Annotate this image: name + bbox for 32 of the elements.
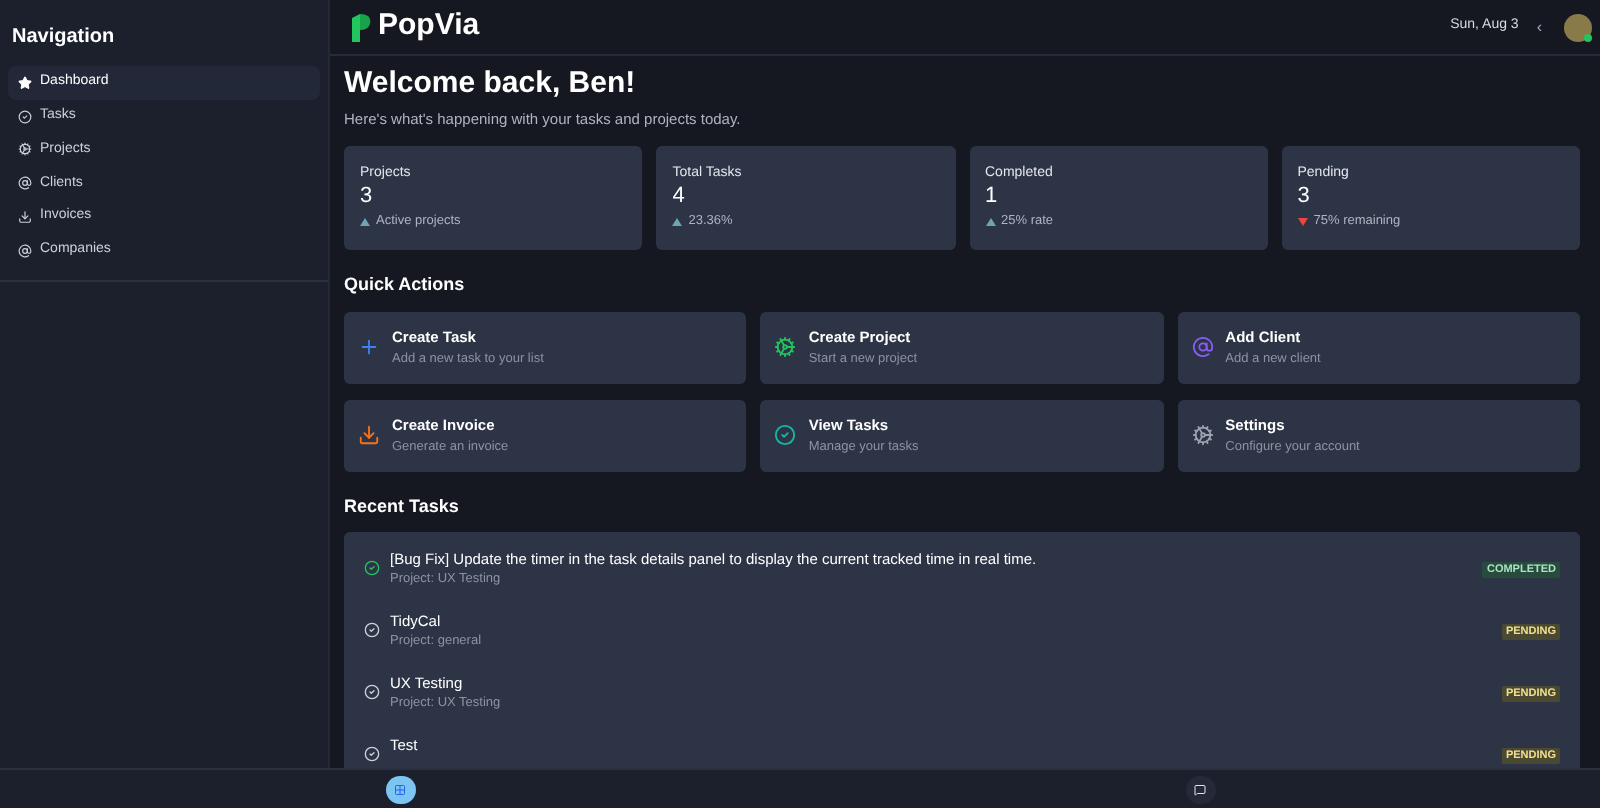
download-icon	[358, 424, 380, 447]
welcome-title: Welcome back, Ben!	[344, 66, 638, 102]
logo-icon	[350, 11, 372, 43]
gear-icon	[18, 142, 32, 157]
up-triangle-icon	[672, 218, 683, 227]
at-sign-icon	[18, 243, 32, 258]
sidebar-title: Navigation	[12, 26, 115, 48]
stat-value: 3	[1297, 184, 1312, 211]
section-title: Quick Actions	[344, 272, 467, 299]
up-triangle-icon	[985, 218, 995, 227]
star-icon	[18, 75, 32, 90]
at-sign-icon	[18, 176, 32, 191]
chat-icon	[1194, 783, 1206, 795]
at-sign-icon	[1191, 336, 1214, 359]
check-circle-icon	[774, 424, 797, 447]
check-circle-icon	[18, 109, 32, 124]
gear-icon	[774, 336, 797, 359]
section-title: Recent Tasks	[344, 493, 461, 520]
logo-text: PopVia	[378, 6, 480, 47]
grid-icon	[394, 783, 406, 795]
bottom-nav-button[interactable]	[1185, 775, 1215, 803]
gear-icon	[1191, 424, 1214, 447]
stat-value: 4	[672, 184, 687, 211]
bottom-nav-button[interactable]	[385, 775, 415, 803]
plus-icon	[358, 336, 380, 359]
stat-value: 3	[360, 184, 375, 211]
stat-value: 1	[985, 184, 1000, 211]
avatar[interactable]	[1564, 13, 1592, 41]
up-triangle-icon	[360, 218, 370, 227]
collapse-toggle[interactable]: ‹	[1536, 15, 1542, 39]
download-icon	[18, 210, 32, 225]
down-triangle-icon	[1297, 218, 1308, 227]
